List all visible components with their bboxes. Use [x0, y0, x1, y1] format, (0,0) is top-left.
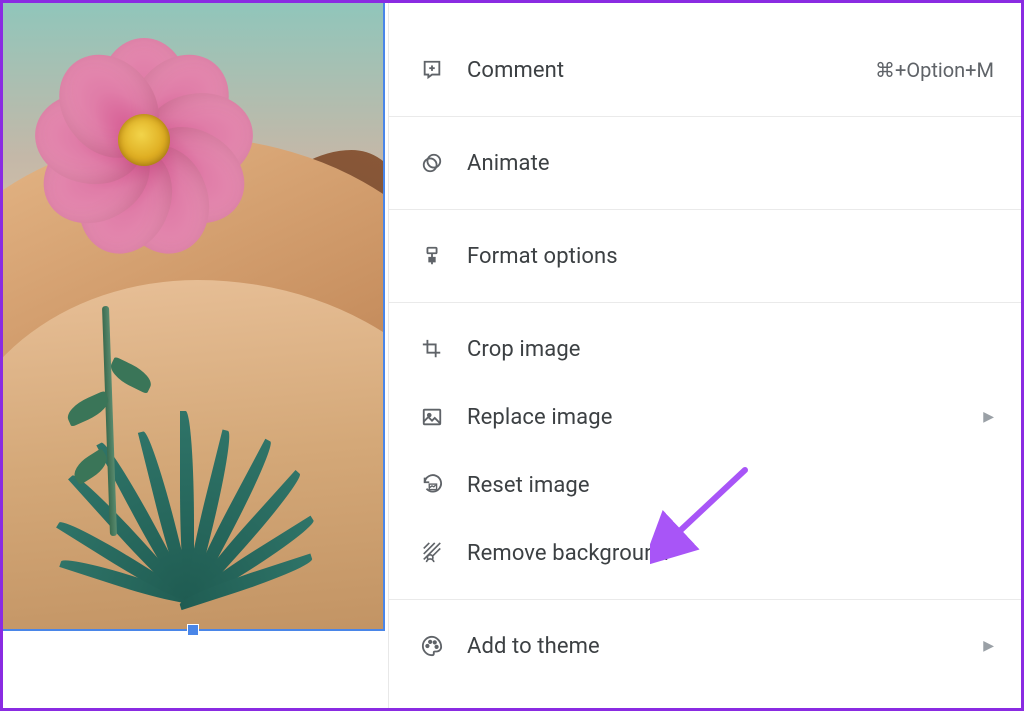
image-flower	[34, 38, 254, 238]
submenu-arrow-icon: ▶	[983, 638, 994, 654]
palette-icon	[419, 633, 445, 659]
selected-image[interactable]	[0, 0, 385, 631]
context-menu: Comment ⌘+Option+M Animate	[388, 0, 1024, 711]
menu-item-comment[interactable]: Comment ⌘+Option+M	[389, 36, 1024, 104]
crop-icon	[419, 336, 445, 362]
menu-item-remove-background[interactable]: Remove background	[389, 519, 1024, 587]
menu-item-replace-image[interactable]: Replace image ▶	[389, 383, 1024, 451]
menu-label: Remove background	[467, 541, 669, 566]
menu-item-format-options[interactable]: Format options	[389, 222, 1024, 290]
canvas-pane	[0, 0, 388, 711]
reset-image-icon	[419, 472, 445, 498]
comment-icon	[419, 57, 445, 83]
remove-background-icon	[419, 540, 445, 566]
replace-image-icon	[419, 404, 445, 430]
menu-item-reset-image[interactable]: Reset image	[389, 451, 1024, 519]
menu-label: Add to theme	[467, 634, 600, 659]
menu-item-animate[interactable]: Animate	[389, 129, 1024, 197]
menu-label: Comment	[467, 58, 564, 83]
menu-shortcut: ⌘+Option+M	[875, 58, 994, 82]
menu-label: Animate	[467, 151, 550, 176]
menu-item-add-to-theme[interactable]: Add to theme ▶	[389, 612, 1024, 680]
animate-icon	[419, 150, 445, 176]
menu-label: Reset image	[467, 473, 590, 498]
menu-label: Format options	[467, 244, 618, 269]
menu-label: Replace image	[467, 405, 612, 430]
app-container: Comment ⌘+Option+M Animate	[0, 0, 1024, 711]
menu-label: Crop image	[467, 337, 581, 362]
menu-item-crop-image[interactable]: Crop image	[389, 315, 1024, 383]
format-options-icon	[419, 243, 445, 269]
submenu-arrow-icon: ▶	[983, 409, 994, 425]
